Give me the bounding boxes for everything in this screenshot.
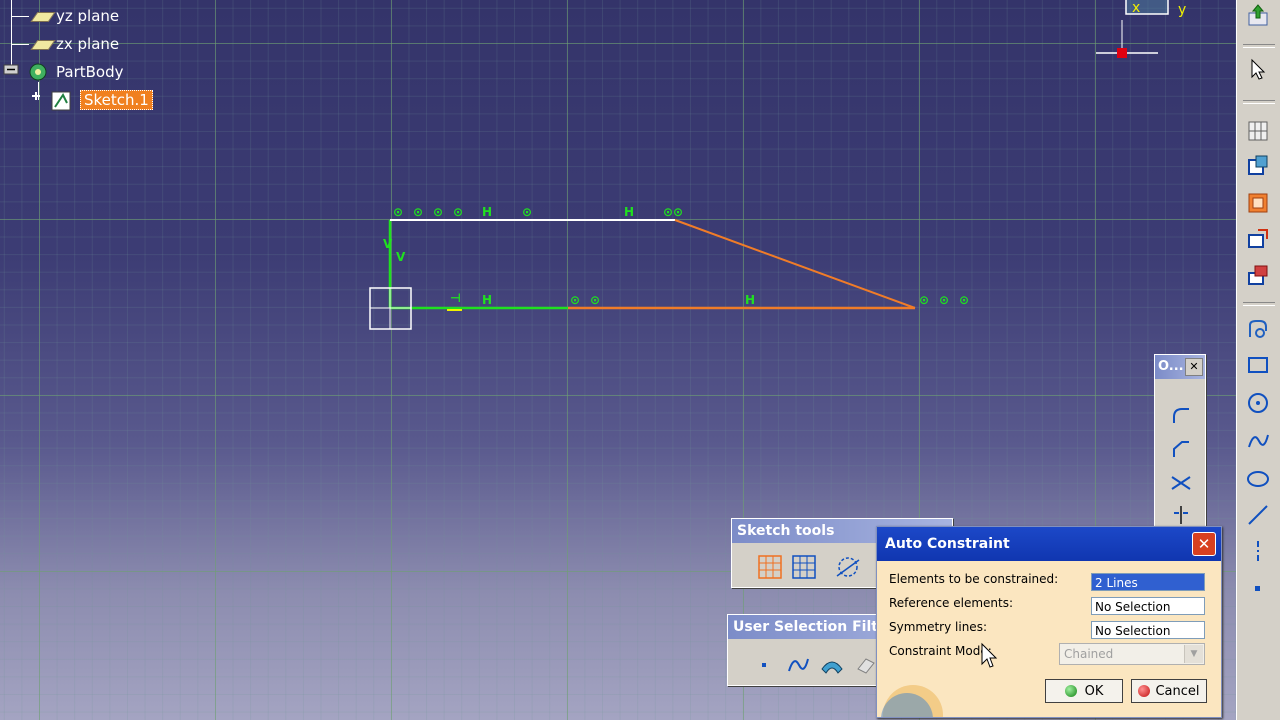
ok-icon — [1064, 685, 1077, 697]
operation-toolbar: O... ✕ — [1154, 354, 1206, 530]
ok-label: OK — [1084, 683, 1104, 699]
grid-snap-icon[interactable] — [1245, 118, 1271, 144]
horizontal-symbol: H — [482, 205, 492, 219]
profile-icon[interactable] — [1245, 316, 1271, 342]
coincidence-symbol: ⊙ — [522, 205, 532, 219]
right-toolbar — [1236, 0, 1280, 720]
coincidence-symbol: ⊙ — [393, 205, 403, 219]
vertical-symbol: V — [383, 237, 393, 251]
curve-filter-icon[interactable] — [784, 651, 812, 679]
toolbar-title-text: O... — [1158, 359, 1184, 374]
coincidence-symbol: ⊙ — [413, 205, 423, 219]
dialog-title-bar[interactable]: Auto Constraint — [877, 527, 1221, 561]
coincidence-symbol: ⊙⊙ — [663, 205, 683, 219]
circle-icon[interactable] — [1245, 390, 1271, 416]
dialog-decoration — [881, 685, 943, 717]
dialog-title: Auto Constraint — [885, 536, 1010, 552]
cancel-icon — [1138, 685, 1151, 697]
construction-element-icon[interactable] — [834, 553, 862, 581]
toolbar-close-button[interactable]: ✕ — [1185, 358, 1203, 376]
constraint-edit-icon[interactable] — [1245, 262, 1271, 288]
horizontal-symbol: H — [624, 205, 634, 219]
geometric-constraint-icon[interactable] — [1245, 190, 1271, 216]
toolbar-separator — [1243, 44, 1275, 48]
snap-to-point-icon[interactable] — [790, 553, 818, 581]
tangency-symbol: ⊣ — [450, 291, 461, 305]
grid-icon[interactable] — [756, 553, 784, 581]
ok-button[interactable]: OK — [1045, 679, 1123, 703]
coincidence-symbol: ⊙ — [919, 293, 929, 307]
axis-icon[interactable] — [1245, 538, 1271, 564]
point-filter-icon[interactable] — [750, 651, 778, 679]
toolbar-title-text: User Selection Filter — [733, 619, 895, 635]
dimension-constraint-icon[interactable] — [1245, 226, 1271, 252]
coincidence-symbol: ⊙ — [570, 293, 580, 307]
coincidence-symbol: ⊙ — [939, 293, 949, 307]
close-icon: ✕ — [1197, 535, 1211, 553]
reference-field[interactable]: No Selection — [1091, 597, 1205, 615]
coincidence-symbol: ⊙ — [959, 293, 969, 307]
horizontal-symbol: H — [482, 293, 492, 307]
chamfer-icon[interactable] — [1167, 435, 1195, 463]
auto-constraint-dialog: Auto Constraint ✕ Elements to be constra… — [876, 526, 1222, 718]
toolbar-separator — [1243, 302, 1275, 306]
line-icon[interactable] — [1245, 502, 1271, 528]
dialog-close-button[interactable]: ✕ — [1192, 532, 1216, 556]
spline-icon[interactable] — [1245, 428, 1271, 454]
trim-icon[interactable] — [1167, 469, 1195, 497]
elements-field[interactable]: 2 Lines — [1091, 573, 1205, 591]
toolbar-separator — [1243, 100, 1275, 104]
select-arrow-icon[interactable] — [1245, 56, 1271, 82]
reference-label: Reference elements: — [889, 596, 1014, 610]
constraint-mode-label: Constraint Mode: — [889, 644, 992, 658]
constraint-mode-value: Chained — [1064, 647, 1114, 661]
symmetry-label: Symmetry lines: — [889, 620, 987, 634]
toolbar-title-text: Sketch tools — [737, 523, 835, 539]
ellipse-icon[interactable] — [1245, 466, 1271, 492]
coincidence-symbol: ⊙ — [433, 205, 443, 219]
fillet-icon[interactable] — [1167, 401, 1195, 429]
constraint-mode-select[interactable]: Chained ▼ — [1059, 643, 1205, 665]
cancel-label: Cancel — [1155, 683, 1200, 699]
mirror-icon[interactable] — [1167, 501, 1195, 529]
mouse-cursor-icon — [981, 642, 998, 668]
symmetry-field[interactable]: No Selection — [1091, 621, 1205, 639]
rectangle-icon[interactable] — [1245, 352, 1271, 378]
cancel-button[interactable]: Cancel — [1131, 679, 1207, 703]
chevron-down-icon: ▼ — [1184, 645, 1203, 663]
construction-icon[interactable] — [1245, 152, 1271, 178]
point-icon[interactable] — [1245, 576, 1271, 602]
coincidence-symbol: ⊙ — [453, 205, 463, 219]
slanted-line[interactable] — [674, 219, 916, 309]
elements-label: Elements to be constrained: — [889, 572, 1059, 586]
vertical-symbol: V — [396, 250, 406, 264]
exit-workbench-icon[interactable] — [1245, 2, 1271, 28]
horizontal-symbol: H — [745, 293, 755, 307]
coincidence-symbol: ⊙ — [590, 293, 600, 307]
surface-filter-icon[interactable] — [818, 651, 846, 679]
